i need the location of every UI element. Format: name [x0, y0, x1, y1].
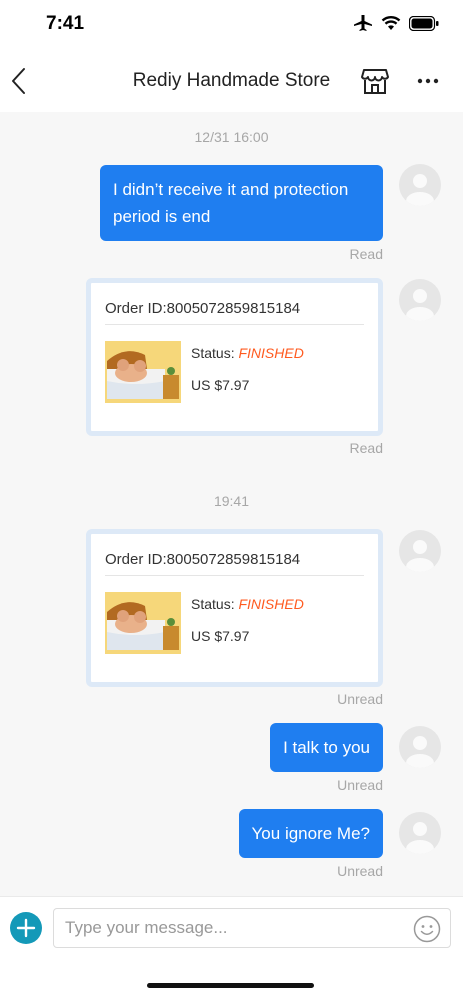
message-bubble[interactable]: I didn’t receive it and protection perio… [100, 165, 383, 241]
avatar[interactable] [399, 279, 441, 321]
battery-icon [409, 15, 439, 31]
status-icons [353, 14, 439, 32]
avatar-icon [406, 540, 434, 572]
avatar-icon [406, 736, 434, 768]
avatar-icon [406, 174, 434, 206]
order-price: US $7.97 [191, 377, 250, 393]
emoji-icon [413, 915, 441, 943]
add-attachment-button[interactable] [10, 912, 42, 944]
more-icon [417, 78, 439, 84]
status-bar: 7:41 [0, 0, 463, 52]
read-status: Read [349, 440, 383, 456]
order-status-label: Status: [191, 345, 235, 361]
read-status: Unread [337, 777, 383, 793]
status-time: 7:41 [46, 13, 85, 34]
message-bubble[interactable]: You ignore Me? [238, 809, 383, 858]
product-image [105, 341, 181, 403]
input-bar [0, 896, 463, 958]
read-status: Read [349, 246, 383, 262]
divider [105, 575, 364, 576]
order-id: Order ID:8005072859815184 [105, 300, 301, 317]
avatar-icon [406, 289, 434, 321]
order-price: US $7.97 [191, 628, 250, 644]
home-indicator[interactable] [147, 983, 314, 988]
avatar[interactable] [399, 726, 441, 768]
message-input[interactable] [53, 908, 451, 948]
read-status: Unread [337, 691, 383, 707]
store-button[interactable] [360, 66, 390, 96]
order-status-label: Status: [191, 596, 235, 612]
avatar-icon [406, 822, 434, 854]
nav-bar: Rediy Handmade Store [0, 52, 463, 112]
order-card[interactable]: Order ID:8005072859815184 Status: FINISH… [86, 529, 383, 687]
store-icon [361, 69, 389, 94]
chat-area[interactable]: 12/31 16:00 I didn’t receive it and prot… [0, 112, 463, 896]
order-status: Status: FINISHED [191, 345, 304, 361]
order-card[interactable]: Order ID:8005072859815184 Status: FINISH… [86, 278, 383, 436]
airplane-icon [354, 15, 372, 31]
read-status: Unread [337, 863, 383, 879]
timestamp: 19:41 [213, 493, 250, 509]
order-status-value: FINISHED [238, 345, 304, 361]
more-button[interactable] [417, 69, 439, 93]
timestamp: 12/31 16:00 [194, 129, 269, 145]
avatar[interactable] [399, 812, 441, 854]
wifi-icon [381, 16, 401, 30]
product-thumbnail[interactable] [105, 341, 181, 403]
avatar[interactable] [399, 530, 441, 572]
divider [105, 324, 364, 325]
avatar[interactable] [399, 164, 441, 206]
page-title: Rediy Handmade Store [132, 70, 331, 91]
order-status-value: FINISHED [238, 596, 304, 612]
product-thumbnail[interactable] [105, 592, 181, 654]
plus-icon [16, 918, 36, 938]
product-image [105, 592, 181, 654]
order-status: Status: FINISHED [191, 596, 304, 612]
message-bubble[interactable]: I talk to you [270, 723, 383, 772]
emoji-button[interactable] [413, 915, 441, 943]
order-id: Order ID:8005072859815184 [105, 551, 301, 568]
